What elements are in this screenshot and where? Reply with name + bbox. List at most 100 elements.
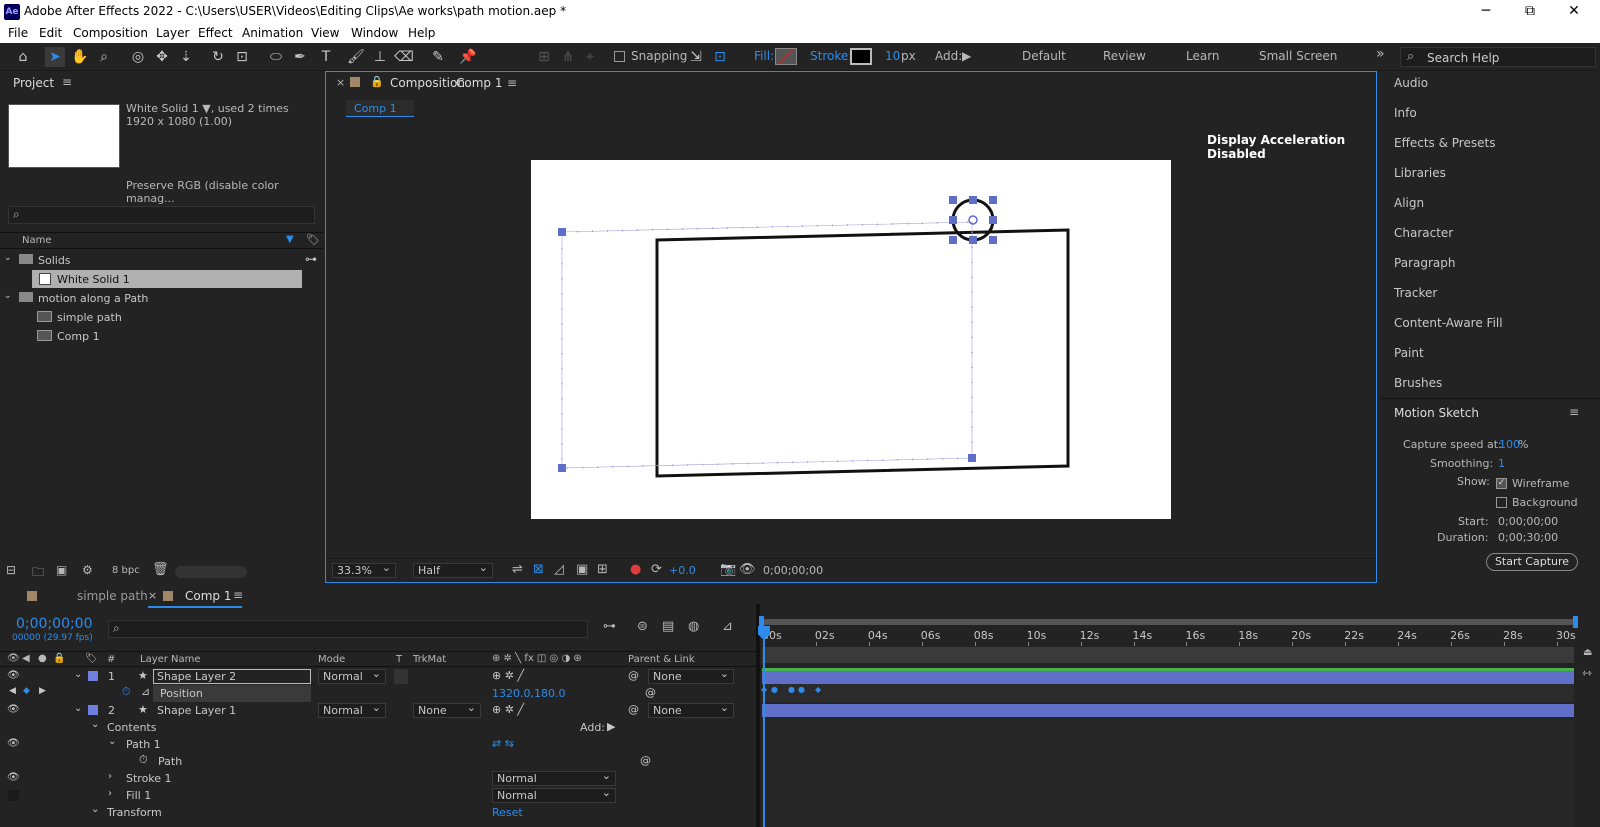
layer-bar-shape-layer-2[interactable] (762, 671, 1574, 684)
chevron-right-icon[interactable]: › (108, 771, 112, 782)
menu-composition[interactable]: Composition (73, 26, 148, 40)
current-time[interactable]: 0;00;00;00 (763, 564, 823, 577)
capture-speed-value[interactable]: 100 (1499, 438, 1520, 451)
label-tag-icon[interactable]: 🏷 (306, 233, 320, 246)
comp-duration-bar[interactable] (762, 647, 1574, 663)
panel-character[interactable]: Character (1394, 226, 1453, 240)
chevron-down-icon[interactable]: ⌄ (108, 736, 116, 747)
prev-keyframe-icon[interactable]: ◀ (9, 686, 16, 696)
switches-icons[interactable]: ⊕ ✲ ╱ (492, 703, 524, 716)
orbit-camera-icon[interactable]: ◎ (128, 47, 148, 67)
snap-extend-icon[interactable]: ⊡ (710, 47, 730, 67)
world-axis-icon[interactable]: ⋔ (558, 47, 578, 67)
keyframe-icon[interactable]: ● (798, 685, 805, 694)
magnification-dropdown[interactable]: 33.3% (332, 561, 396, 578)
shy-layers-icon[interactable]: ▤ (662, 619, 674, 634)
selection-tool-icon[interactable]: ➤ (45, 47, 65, 67)
pen-tool-icon[interactable]: ✒ (290, 47, 310, 67)
parent-dropdown[interactable]: None (648, 667, 734, 684)
stroke-swatch[interactable] (850, 48, 872, 65)
new-composition-icon[interactable]: ▣ (56, 563, 67, 577)
label-color-swatch[interactable] (88, 671, 98, 681)
region-of-interest-icon[interactable]: ▣ (576, 562, 588, 577)
layer-name-header[interactable]: Layer Name (140, 654, 201, 665)
resolution-dropdown[interactable]: Half (413, 561, 493, 578)
layer-bar-shape-layer-1[interactable] (762, 704, 1574, 717)
trkmat-dropdown[interactable]: None (413, 701, 481, 718)
lock-icon[interactable]: 🔒 (53, 653, 65, 664)
maximize-button[interactable]: ⧉ (1508, 0, 1552, 24)
panel-info[interactable]: Info (1394, 106, 1417, 120)
stroke-blend-dropdown[interactable]: Normal (492, 769, 616, 786)
start-capture-button[interactable]: Start Capture (1486, 553, 1578, 571)
chevron-down-icon[interactable]: ⌄ (91, 804, 99, 815)
type-tool-icon[interactable]: T (316, 47, 336, 67)
eye-icon[interactable]: 👁 (7, 772, 20, 783)
hand-tool-icon[interactable]: ✋ (70, 47, 90, 67)
trash-icon[interactable]: 🗑 (152, 562, 169, 577)
project-item-name[interactable]: White Solid 1 ▼, used 2 times (126, 102, 289, 115)
fill-blend-dropdown[interactable]: Normal (492, 786, 616, 803)
layer-resize-icon[interactable]: ⇿ (1582, 666, 1592, 680)
layer-name[interactable]: Shape Layer 2 (157, 670, 236, 683)
panel-brushes[interactable]: Brushes (1394, 376, 1442, 390)
tab-comp-1[interactable]: Comp 1 (185, 589, 231, 603)
expression-pickwhip-icon[interactable]: @ (640, 754, 651, 767)
brush-tool-icon[interactable]: 🖌 (346, 47, 366, 67)
list-item[interactable]: simple path (0, 308, 323, 327)
panel-align[interactable]: Align (1394, 196, 1424, 210)
menu-view[interactable]: View (311, 26, 339, 40)
panel-menu-icon[interactable]: ≡ (507, 76, 517, 90)
menu-animation[interactable]: Animation (242, 26, 303, 40)
panel-tracker[interactable]: Tracker (1394, 286, 1437, 300)
sort-down-icon[interactable]: ▼ (286, 234, 294, 245)
axis-mode-icon[interactable]: ⊞ (534, 47, 554, 67)
workspace-review[interactable]: Review (1103, 49, 1146, 63)
layer-mode-dropdown[interactable]: Normal (318, 701, 386, 718)
position-value[interactable]: 1320.0,180.0 (492, 687, 565, 700)
add-play-icon[interactable]: ▶ (607, 720, 615, 733)
visibility-toggle-empty[interactable] (8, 790, 19, 801)
ellipse-tool-icon[interactable]: ⬭ (266, 47, 286, 67)
mask-visibility-icon[interactable]: ◿ (554, 562, 564, 577)
path1-label[interactable]: Path 1 (126, 738, 161, 751)
layer-name[interactable]: Shape Layer 1 (157, 704, 236, 717)
panel-menu-icon[interactable]: ≡ (62, 75, 72, 89)
chevron-down-icon[interactable]: ⌄ (74, 669, 82, 680)
close-button[interactable]: ✕ (1552, 0, 1596, 24)
snapping-checkbox[interactable] (614, 51, 625, 62)
interpret-footage-icon[interactable]: ⊟ (6, 563, 16, 577)
composition-tab-name[interactable]: Comp 1 (456, 76, 502, 90)
draft-3d-icon[interactable]: ⊜ (637, 619, 648, 634)
contents-label[interactable]: Contents (107, 721, 156, 734)
keyframe-icon[interactable]: ● (771, 685, 778, 694)
search-help-box[interactable]: ⌕ Search Help (1400, 47, 1596, 67)
list-item[interactable]: ⌄ motion along a Path (0, 289, 323, 308)
project-settings-icon[interactable]: ⚙ (82, 563, 93, 577)
comp-breadcrumb[interactable]: Comp 1 (346, 100, 414, 117)
panel-libraries[interactable]: Libraries (1394, 166, 1446, 180)
workspace-overflow-icon[interactable]: » (1376, 46, 1385, 62)
snapshot-icon[interactable]: 📷 (720, 562, 736, 577)
fast-preview-icon[interactable]: ⇌ (512, 562, 523, 577)
name-column-header[interactable]: Name (22, 235, 52, 246)
composition-flowchart-icon[interactable]: ⊶ (603, 619, 616, 634)
menu-window[interactable]: Window (351, 26, 398, 40)
label-color-swatch[interactable] (88, 705, 98, 715)
workspace-learn[interactable]: Learn (1186, 49, 1220, 63)
chevron-down-icon[interactable]: ⌄ (91, 719, 99, 730)
view-axis-icon[interactable]: ⌖ (580, 47, 600, 67)
table-row[interactable]: 👁 ⌄ Path 1 ⇄ ⇆ (0, 736, 760, 753)
stroke-width-value[interactable]: 10 (885, 49, 900, 63)
thumbnail-slider[interactable] (175, 566, 247, 578)
label-tag-icon[interactable]: 🏷 (85, 653, 98, 664)
expression-pickwhip-icon[interactable]: @ (645, 686, 656, 699)
workspace-small-screen[interactable]: Small Screen (1259, 49, 1337, 63)
track-matte-toggle[interactable] (394, 669, 408, 684)
puppet-pin-tool-icon[interactable]: 📌 (458, 47, 478, 67)
eye-icon[interactable]: 👁 (7, 704, 20, 715)
playhead-line[interactable] (763, 631, 765, 827)
chevron-down-icon[interactable]: ⌄ (74, 703, 82, 714)
eraser-tool-icon[interactable]: ⌫ (394, 47, 414, 67)
panel-effects-presets[interactable]: Effects & Presets (1394, 136, 1495, 150)
